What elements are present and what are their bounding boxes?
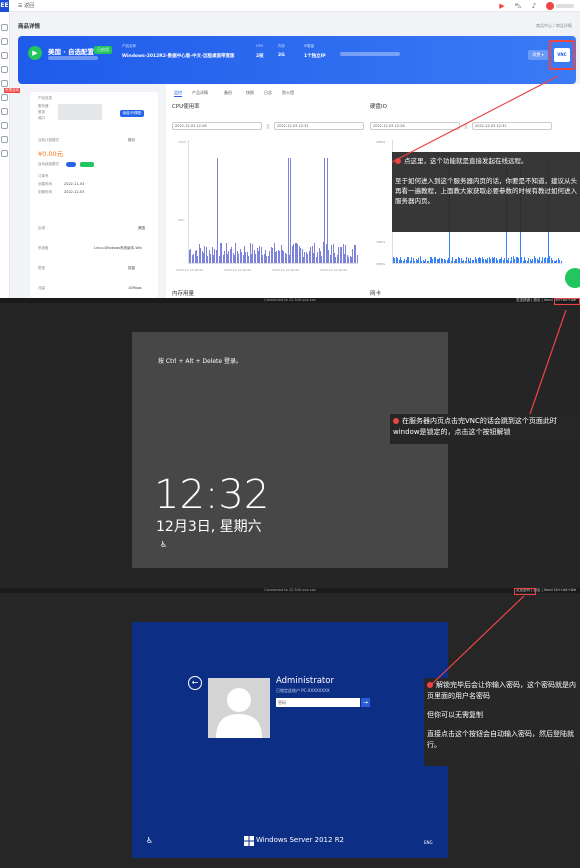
arrow-2 — [529, 309, 567, 415]
annotation-arrows — [391, 75, 567, 685]
arrow-3 — [431, 595, 525, 685]
arrow-1 — [391, 75, 559, 163]
